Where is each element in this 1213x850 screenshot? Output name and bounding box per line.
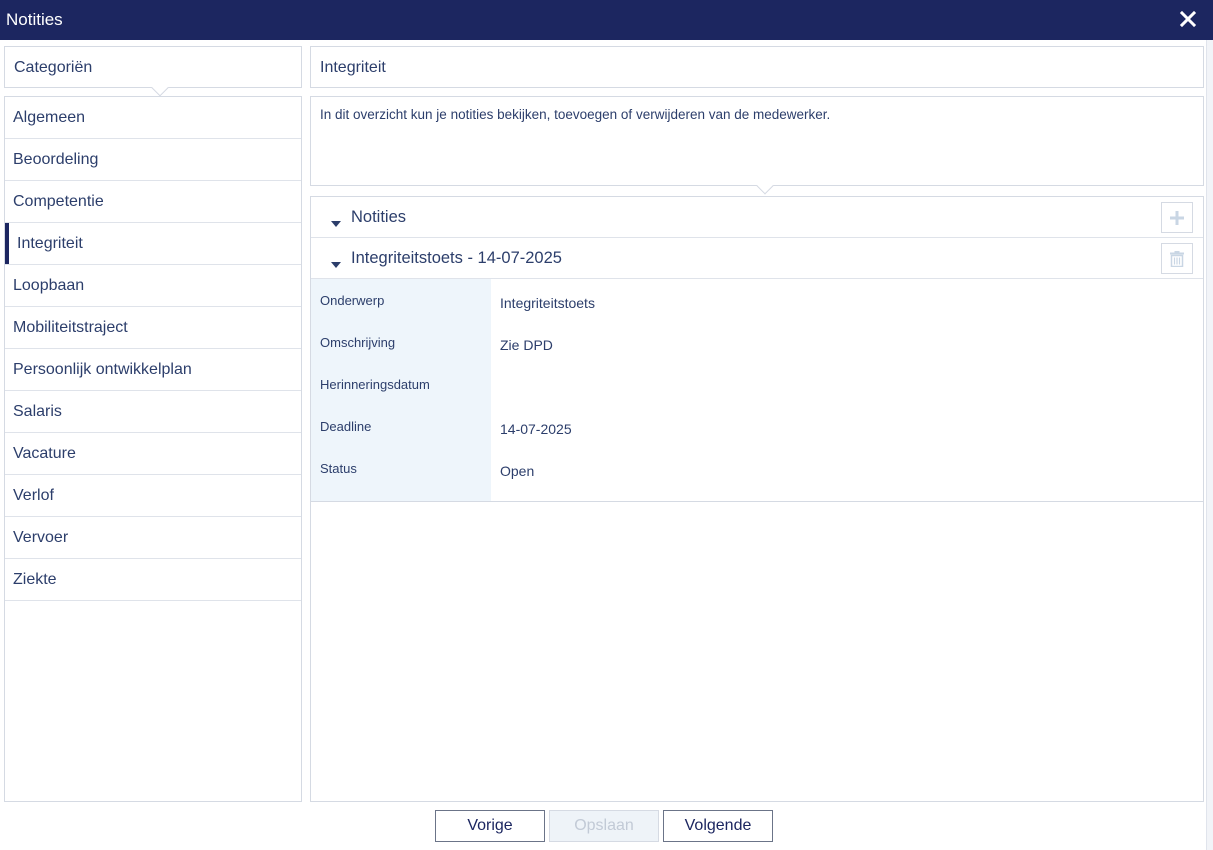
detail-key: Onderwerp — [320, 293, 385, 308]
description-panel: In dit overzicht kun je notities bekijke… — [310, 96, 1204, 195]
window-edge — [1206, 40, 1213, 850]
detail-row-deadline: Deadline 14-07-2025 — [311, 405, 1203, 447]
detail-row-onderwerp: Onderwerp Integriteitstoets — [311, 279, 1203, 321]
category-label: Vacature — [13, 444, 76, 462]
category-item-mobiliteitstraject[interactable]: Mobiliteitstraject — [5, 307, 301, 349]
detail-value: Integriteitstoets — [500, 295, 595, 311]
category-label: Ziekte — [13, 570, 57, 588]
notes-panel: Notities Integriteitstoets - 14-07-2025 … — [310, 196, 1204, 802]
category-item-vacature[interactable]: Vacature — [5, 433, 301, 475]
caret-down-icon[interactable] — [331, 255, 341, 273]
save-button[interactable]: Opslaan — [549, 810, 659, 842]
description-text: In dit overzicht kun je notities bekijke… — [320, 107, 831, 122]
detail-value: 14-07-2025 — [500, 421, 572, 437]
delete-note-button[interactable] — [1161, 243, 1193, 274]
trash-icon — [1170, 250, 1184, 267]
detail-row-herinneringsdatum: Herinneringsdatum — [311, 363, 1203, 405]
category-label: Vervoer — [13, 528, 69, 546]
title-bar: Notities — [0, 0, 1213, 40]
content-header: Integriteit — [310, 46, 1204, 88]
category-item-ziekte[interactable]: Ziekte — [5, 559, 301, 601]
notes-section-header: Notities — [311, 197, 1203, 238]
category-item-loopbaan[interactable]: Loopbaan — [5, 265, 301, 307]
detail-key: Omschrijving — [320, 335, 396, 350]
category-list: Algemeen Beoordeling Competentie Integri… — [4, 96, 302, 802]
notes-section-label[interactable]: Notities — [351, 208, 406, 227]
category-item-salaris[interactable]: Salaris — [5, 391, 301, 433]
category-item-verlof[interactable]: Verlof — [5, 475, 301, 517]
categories-title: Categoriën — [14, 59, 93, 76]
content-title: Integriteit — [320, 59, 386, 76]
note-title[interactable]: Integriteitstoets - 14-07-2025 — [351, 249, 562, 268]
plus-icon — [1170, 210, 1184, 225]
category-label: Verlof — [13, 486, 54, 504]
window-title: Notities — [6, 10, 63, 29]
detail-row-status: Status Open — [311, 447, 1203, 489]
category-item-persoonlijk-ontwikkelplan[interactable]: Persoonlijk ontwikkelplan — [5, 349, 301, 391]
previous-button[interactable]: Vorige — [435, 810, 545, 842]
next-button[interactable]: Volgende — [663, 810, 773, 842]
detail-value: Zie DPD — [500, 337, 553, 353]
detail-key: Herinneringsdatum — [320, 377, 430, 392]
header-pointer — [151, 79, 169, 97]
close-icon[interactable] — [1177, 8, 1199, 30]
categories-header: Categoriën — [4, 46, 302, 97]
category-item-algemeen[interactable]: Algemeen — [5, 97, 301, 139]
detail-key: Deadline — [320, 419, 372, 434]
category-label: Persoonlijk ontwikkelplan — [13, 360, 192, 378]
category-label: Integriteit — [17, 234, 83, 252]
category-label: Competentie — [13, 192, 104, 210]
note-header: Integriteitstoets - 14-07-2025 — [311, 238, 1203, 279]
category-item-vervoer[interactable]: Vervoer — [5, 517, 301, 559]
detail-key: Status — [320, 461, 357, 476]
caret-down-icon[interactable] — [331, 214, 341, 232]
category-label: Beoordeling — [13, 150, 99, 168]
category-item-integriteit[interactable]: Integriteit — [5, 223, 301, 265]
category-label: Mobiliteitstraject — [13, 318, 128, 336]
detail-value: Open — [500, 463, 535, 479]
category-item-competentie[interactable]: Competentie — [5, 181, 301, 223]
description-pointer — [756, 177, 774, 195]
category-item-beoordeling[interactable]: Beoordeling — [5, 139, 301, 181]
note-details: Onderwerp Integriteitstoets Omschrijving… — [311, 279, 1203, 502]
category-label: Algemeen — [13, 108, 86, 126]
detail-row-omschrijving: Omschrijving Zie DPD — [311, 321, 1203, 363]
category-label: Salaris — [13, 402, 62, 420]
add-note-button[interactable] — [1161, 202, 1193, 233]
category-label: Loopbaan — [13, 276, 85, 294]
